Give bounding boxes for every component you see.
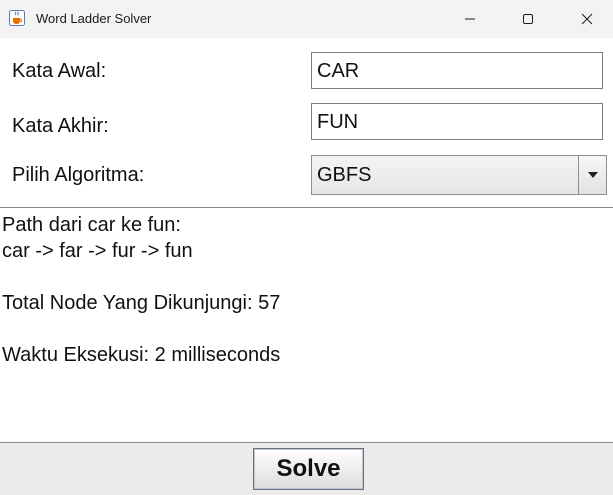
start-word-field[interactable]: CAR [311,52,603,89]
window-title: Word Ladder Solver [36,11,152,26]
solve-button[interactable]: Solve [253,448,364,490]
close-button[interactable] [564,0,610,38]
result-line: Total Node Yang Dikunjungi: 57 [2,292,281,314]
algorithm-selected-value: GBFS [317,164,372,186]
result-line: car -> far -> fur -> fun [2,240,193,262]
algorithm-select[interactable]: GBFS [311,155,607,195]
result-line [2,316,613,342]
chevron-down-icon [587,172,598,178]
close-icon [581,13,593,25]
maximize-icon [523,14,533,24]
start-word-label: Kata Awal: [12,60,107,82]
dropdown-arrow-button[interactable] [578,156,606,194]
minimize-icon [465,18,475,20]
java-cup-icon [9,10,25,26]
result-line [2,264,613,290]
title-bar[interactable]: Word Ladder Solver [0,0,613,38]
result-line: Path dari car ke fun: [2,214,181,236]
minimize-button[interactable] [447,0,493,38]
end-word-label: Kata Akhir: [12,115,109,137]
maximize-button[interactable] [505,0,551,38]
algorithm-label: Pilih Algoritma: [12,164,145,186]
result-text-area[interactable]: Path dari car ke fun: car -> far -> fur … [0,207,613,443]
result-line: Waktu Eksekusi: 2 milliseconds [2,344,281,366]
end-word-field[interactable]: FUN [311,103,603,140]
